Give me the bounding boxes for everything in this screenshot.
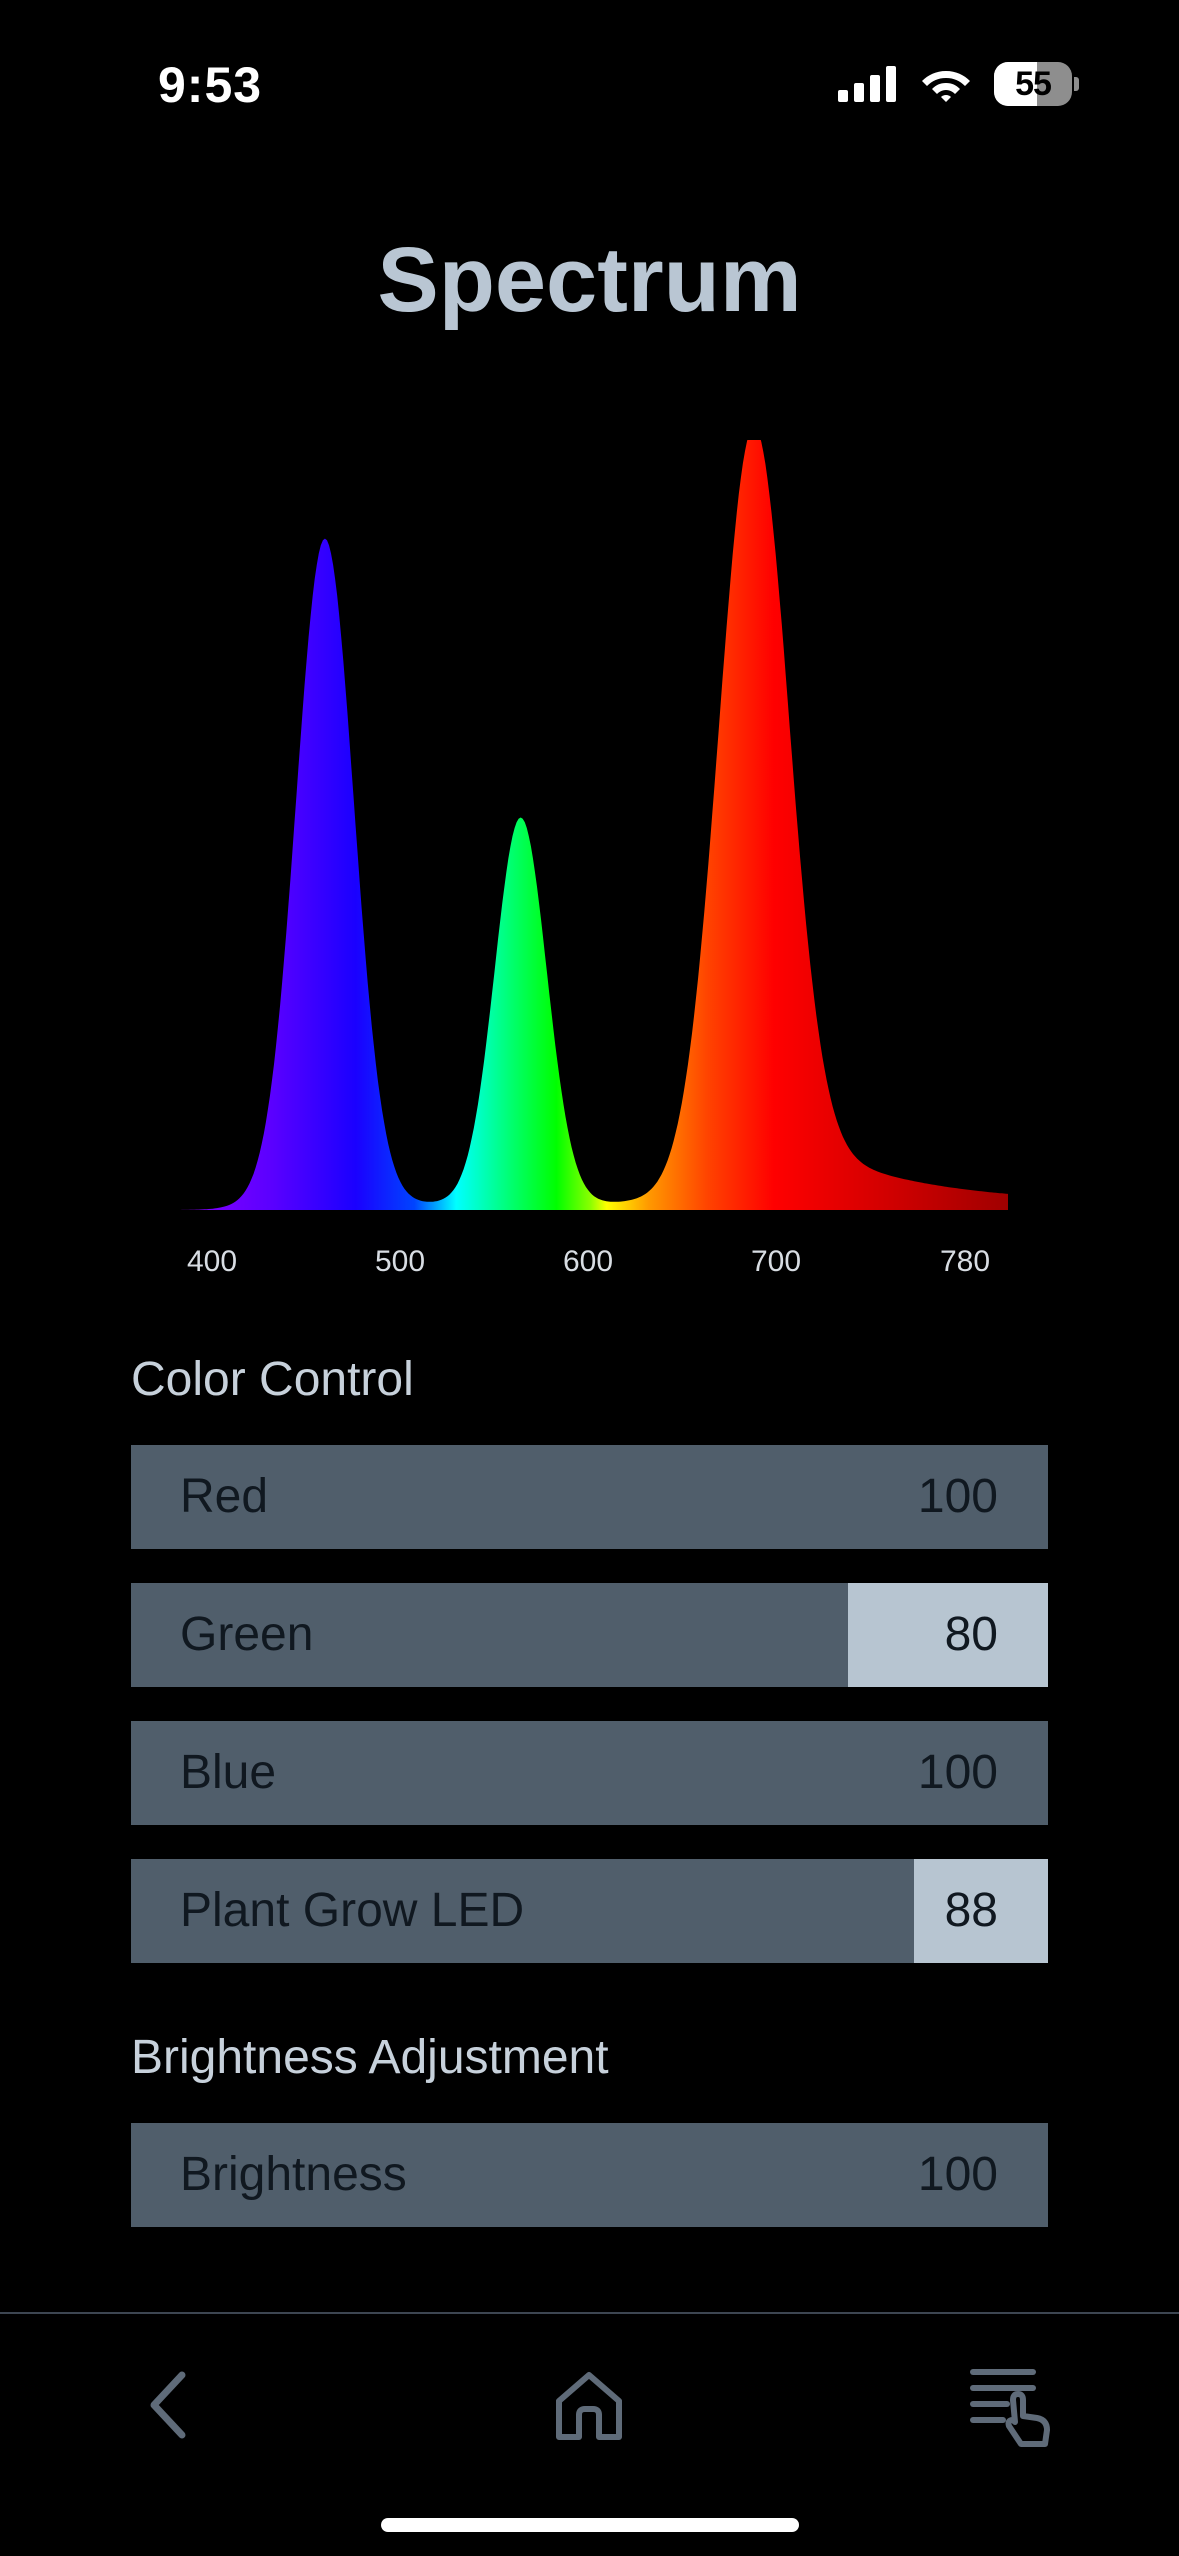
page-title: Spectrum [377, 229, 802, 331]
x-tick-label: 700 [751, 1245, 801, 1278]
status-icons: 55 [838, 62, 1079, 106]
color-control-title: Color Control [131, 1353, 414, 1406]
x-tick-label: 400 [187, 1245, 237, 1278]
home-indicator[interactable] [381, 2518, 799, 2532]
cellular-signal-icon [838, 66, 896, 102]
x-tick-label: 780 [940, 1245, 990, 1278]
battery-icon: 55 [994, 62, 1072, 106]
brightness-title: Brightness Adjustment [131, 2031, 609, 2084]
slider-value: 100 [917, 1470, 998, 1523]
slider-value: 80 [944, 1608, 998, 1661]
slider-value: 88 [944, 1884, 998, 1937]
spectrum-area [172, 440, 1008, 1210]
battery-tip [1074, 77, 1079, 91]
blue-slider[interactable]: Blue 100 [131, 1721, 1048, 1825]
red-slider[interactable]: Red 100 [131, 1445, 1048, 1549]
bottom-divider [0, 2312, 1179, 2314]
plant-grow-led-slider[interactable]: Plant Grow LED 88 [131, 1859, 1048, 1963]
slider-label: Green [180, 1608, 314, 1661]
brightness-slider[interactable]: Brightness 100 [131, 2123, 1048, 2227]
menu-touch-icon [970, 2369, 1050, 2447]
x-tick-label: 600 [563, 1245, 613, 1278]
back-button[interactable] [118, 2360, 218, 2450]
status-bar: 9:53 55 [0, 0, 1179, 170]
home-icon [556, 2372, 622, 2440]
slider-value: 100 [917, 2148, 998, 2201]
slider-label: Brightness [180, 2148, 407, 2201]
green-slider[interactable]: Green 80 [131, 1583, 1048, 1687]
x-axis-ticks: 400 500 600 700 780 [187, 1245, 990, 1278]
slider-label: Plant Grow LED [180, 1884, 525, 1937]
x-tick-label: 500 [375, 1245, 425, 1278]
slider-value: 100 [917, 1746, 998, 1799]
home-button[interactable] [539, 2360, 639, 2450]
slider-label: Blue [180, 1746, 277, 1799]
spectrum-chart: 400 500 600 700 780 [172, 440, 1008, 1278]
wifi-icon [922, 71, 970, 102]
back-icon [150, 2371, 186, 2439]
slider-label: Red [180, 1470, 269, 1523]
status-time: 9:53 [158, 57, 263, 113]
battery-level: 55 [1015, 64, 1052, 103]
menu-touch-button[interactable] [962, 2360, 1062, 2450]
